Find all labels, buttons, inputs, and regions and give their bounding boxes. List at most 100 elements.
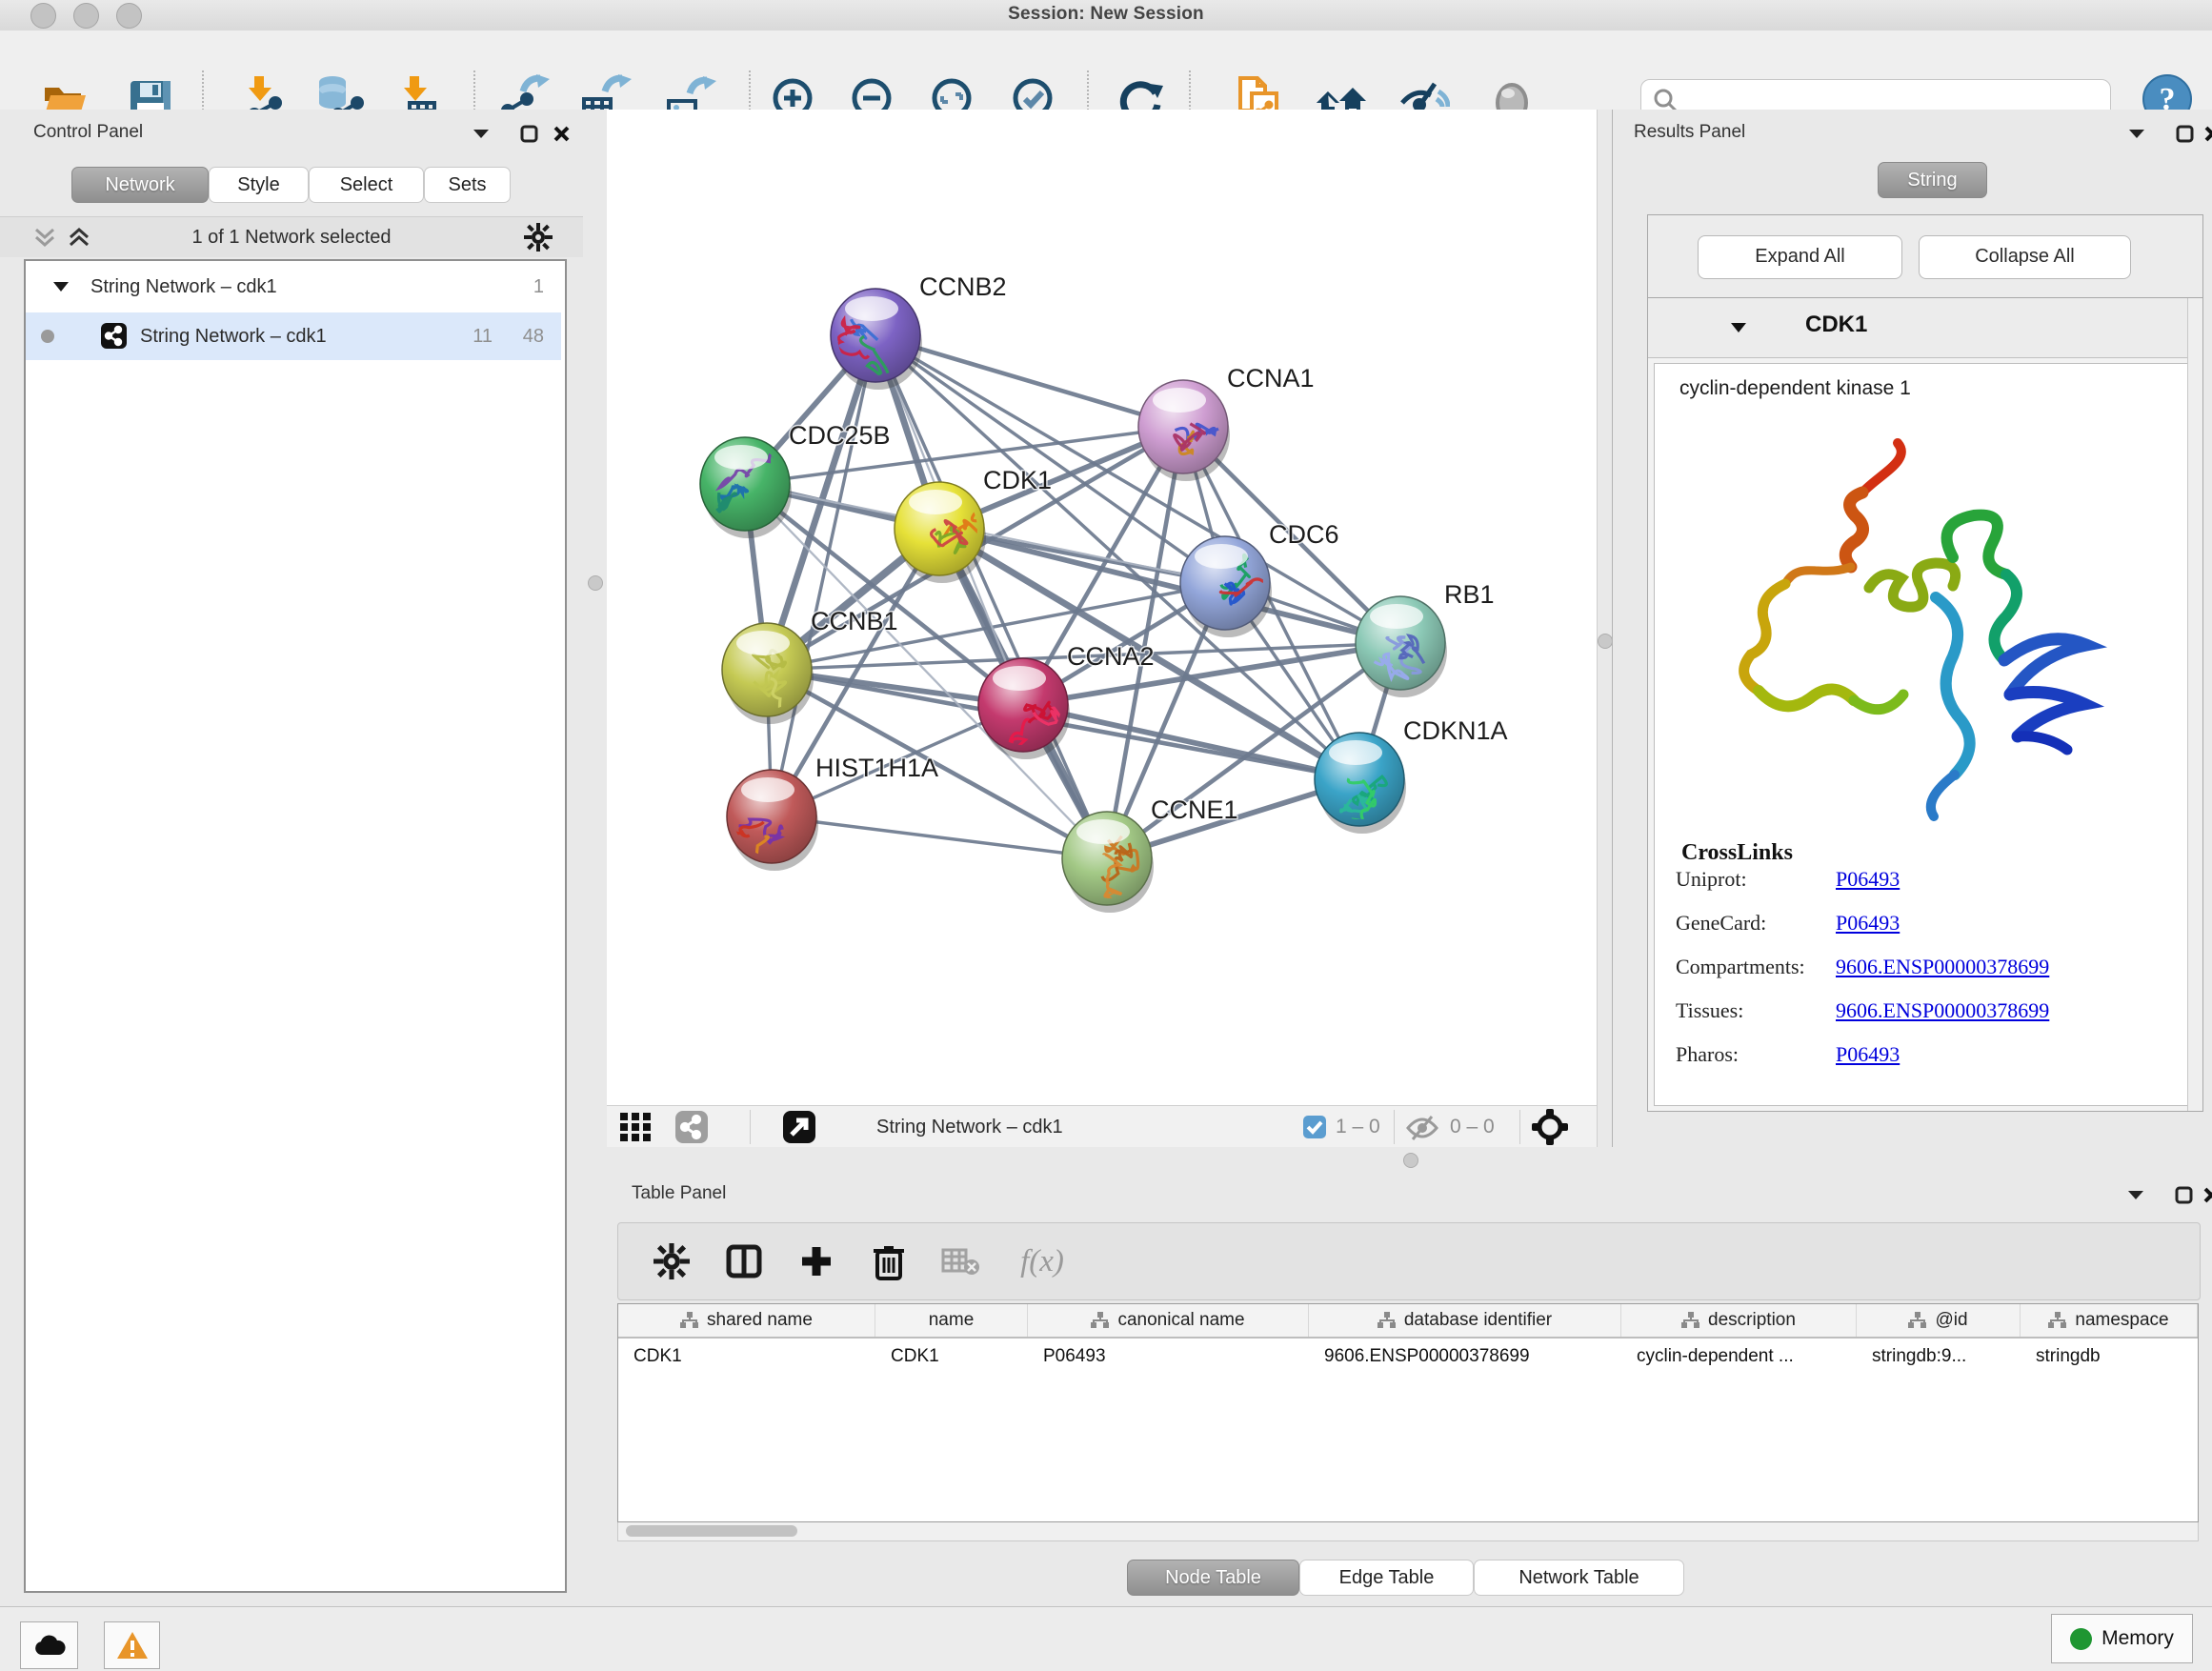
node-label-CCNA2: CCNA2 — [1067, 642, 1155, 671]
network-canvas[interactable]: CCNB2CCNA1CDC25BCDK1CDC6RB1CCNB1CCNA2CDK… — [607, 110, 1597, 1105]
splitter-grip[interactable] — [1403, 1153, 1418, 1168]
vertical-splitter-left[interactable] — [583, 110, 607, 1147]
shared-column-icon — [2048, 1312, 2067, 1329]
section-expander-icon[interactable] — [1729, 321, 1748, 334]
selected-checkbox-icon[interactable] — [1303, 1116, 1326, 1143]
control-panel: Control Panel NetworkStyleSelectSets 1 o… — [0, 110, 583, 1606]
results-scrollbar[interactable] — [2187, 298, 2202, 1111]
gene-name: CDK1 — [1805, 312, 1867, 338]
fit-selected-crosshair-icon[interactable] — [1531, 1108, 1569, 1151]
table-cell[interactable]: P06493 — [1028, 1339, 1309, 1375]
grid-view-icon[interactable] — [620, 1113, 651, 1146]
table-settings-gear-icon[interactable] — [647, 1237, 696, 1286]
table-cell[interactable]: 9606.ENSP00000378699 — [1309, 1339, 1621, 1375]
splitter-grip[interactable] — [1598, 634, 1613, 649]
network-row[interactable]: String Network – cdk1 11 48 — [26, 312, 561, 360]
network-node-RB1[interactable]: RB1 — [1356, 580, 1495, 697]
panel-close-icon[interactable] — [553, 125, 571, 148]
control-tab-style[interactable]: Style — [209, 167, 309, 203]
table-row[interactable]: CDK1CDK1P064939606.ENSP00000378699cyclin… — [618, 1339, 2198, 1375]
table-cell[interactable]: stringdb — [2021, 1339, 2198, 1375]
network-options-gear-icon[interactable] — [524, 223, 553, 256]
table-tab-network-table[interactable]: Network Table — [1474, 1560, 1684, 1596]
table-cell[interactable]: CDK1 — [618, 1339, 875, 1375]
control-tab-network[interactable]: Network — [71, 167, 209, 203]
network-node-CDKN1A[interactable]: CDKN1A — [1315, 716, 1508, 834]
memory-label: Memory — [2101, 1627, 2174, 1650]
shared-column-icon — [680, 1312, 699, 1329]
column-header-id[interactable]: @id — [1857, 1304, 2021, 1337]
horizontal-splitter[interactable] — [607, 1147, 2212, 1174]
table-cell[interactable]: CDK1 — [875, 1339, 1028, 1375]
panel-close-icon[interactable] — [2202, 1186, 2212, 1209]
splitter-grip[interactable] — [588, 575, 603, 591]
table-cell[interactable]: stringdb:9... — [1857, 1339, 2021, 1375]
table-cell[interactable]: cyclin-dependent ... — [1621, 1339, 1857, 1375]
control-tab-sets[interactable]: Sets — [424, 167, 511, 203]
results-panel: Results Panel String Expand All Collapse… — [1612, 110, 2212, 1147]
window-title: Session: New Session — [0, 4, 2212, 25]
node-label-CCNB1: CCNB1 — [811, 607, 898, 635]
cloud-icon — [33, 1634, 66, 1657]
search-input[interactable] — [1679, 90, 2110, 111]
memory-button[interactable]: Memory — [2051, 1614, 2193, 1663]
column-header-namespace[interactable]: namespace — [2021, 1304, 2198, 1337]
column-header-name[interactable]: name — [875, 1304, 1028, 1337]
birds-eye-view-icon[interactable] — [783, 1111, 815, 1148]
control-tab-select[interactable]: Select — [309, 167, 424, 203]
delete-column-icon[interactable] — [864, 1237, 914, 1286]
shared-column-icon — [1377, 1312, 1397, 1329]
network-node-CDK1[interactable]: CDK1 — [895, 466, 1052, 583]
crosslink-link[interactable]: P06493 — [1836, 911, 1900, 936]
tree-expander-icon[interactable] — [52, 280, 70, 293]
node-label-CDC25B: CDC25B — [789, 421, 891, 450]
add-column-icon[interactable] — [792, 1237, 841, 1286]
network-edge-CCNE1-HIST1H1A[interactable] — [772, 816, 1107, 858]
collapse-all-button[interactable]: Collapse All — [1919, 235, 2131, 279]
selected-counts: 1 – 0 — [1336, 1106, 1380, 1148]
network-view-share-icon[interactable] — [675, 1111, 708, 1148]
warnings-button[interactable] — [104, 1621, 160, 1669]
control-panel-title: Control Panel — [33, 122, 143, 143]
gene-section-header[interactable]: CDK1 — [1648, 298, 2202, 358]
crosslink-link[interactable]: P06493 — [1836, 867, 1900, 892]
expand-all-networks-icon[interactable] — [67, 225, 91, 254]
main-toolbar: ? — [0, 30, 2212, 111]
crosslink-link[interactable]: 9606.ENSP00000378699 — [1836, 955, 2049, 979]
panel-menu-icon[interactable] — [2127, 127, 2146, 145]
hidden-counts: 0 – 0 — [1450, 1106, 1495, 1148]
tab-string[interactable]: String — [1878, 162, 1987, 198]
network-collection-row[interactable]: String Network – cdk1 1 — [26, 263, 561, 311]
shared-column-icon — [1908, 1312, 1927, 1329]
panel-float-icon[interactable] — [2176, 125, 2194, 148]
column-header-description[interactable]: description — [1621, 1304, 1857, 1337]
cloud-button[interactable] — [20, 1621, 78, 1669]
panel-menu-icon[interactable] — [2126, 1188, 2145, 1206]
shared-column-icon — [1681, 1312, 1700, 1329]
expand-all-button[interactable]: Expand All — [1698, 235, 1902, 279]
table-header-row: shared namenamecanonical namedatabase id… — [618, 1304, 2198, 1339]
column-header-sharedname[interactable]: shared name — [618, 1304, 875, 1337]
panel-close-icon[interactable] — [2203, 125, 2212, 148]
panel-float-icon[interactable] — [520, 125, 538, 148]
network-node-HIST1H1A[interactable]: HIST1H1A — [714, 754, 938, 871]
shared-column-icon — [1091, 1312, 1110, 1329]
network-node-CCNB2[interactable]: CCNB2 — [831, 272, 1007, 390]
network-view-toolbar: String Network – cdk1 1 – 0 0 – 0 — [607, 1105, 1597, 1149]
network-node-CDC25B[interactable]: CDC25B — [700, 421, 891, 538]
table-tab-edge-table[interactable]: Edge Table — [1299, 1560, 1474, 1596]
crosslink-link[interactable]: P06493 — [1836, 1042, 1900, 1067]
column-header-databaseidentifier[interactable]: database identifier — [1309, 1304, 1621, 1337]
collapse-all-networks-icon[interactable] — [32, 225, 57, 254]
panel-menu-icon[interactable] — [472, 127, 491, 145]
panel-float-icon[interactable] — [2175, 1186, 2193, 1209]
scrollbar-thumb[interactable] — [626, 1525, 797, 1537]
crosslink-link[interactable]: 9606.ENSP00000378699 — [1836, 998, 2049, 1023]
column-header-canonicalname[interactable]: canonical name — [1028, 1304, 1309, 1337]
network-node-CCNA1[interactable]: CCNA1 — [1138, 364, 1315, 481]
show-columns-icon[interactable] — [719, 1237, 769, 1286]
table-horizontal-scrollbar[interactable] — [617, 1522, 2199, 1541]
table-tab-node-table[interactable]: Node Table — [1127, 1560, 1299, 1596]
network-edge-CCNA2-CDKN1A[interactable] — [1023, 705, 1359, 779]
network-graph[interactable]: CCNB2CCNA1CDC25BCDK1CDC6RB1CCNB1CCNA2CDK… — [607, 110, 1597, 1105]
